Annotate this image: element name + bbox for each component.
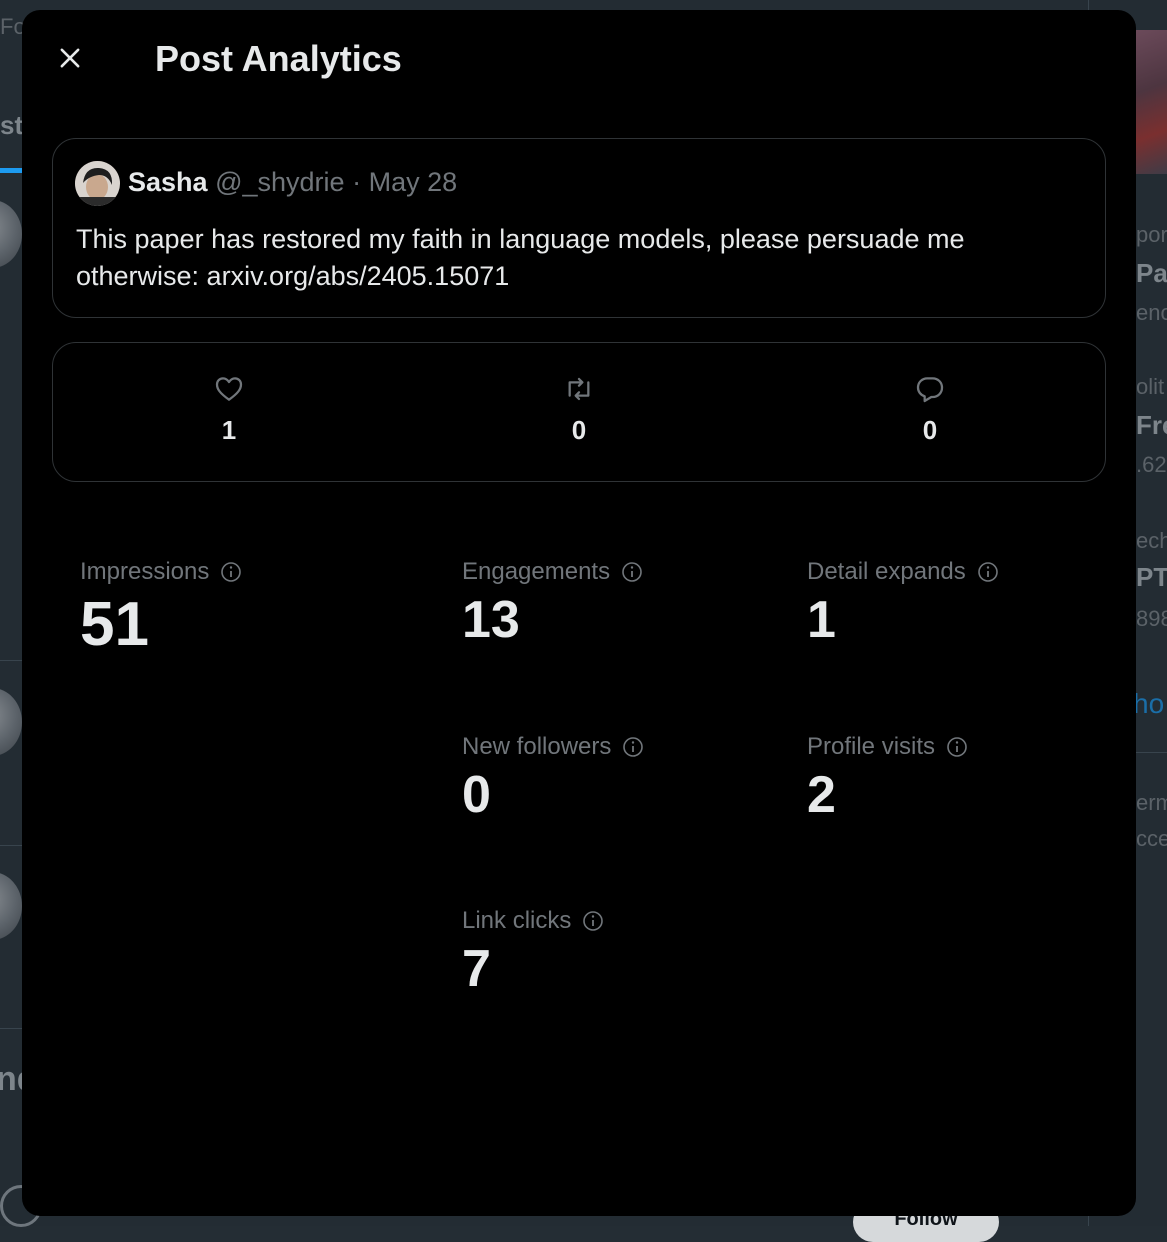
bg-avatar	[0, 872, 22, 940]
engagements-value: 13	[462, 590, 644, 650]
reposts-stat[interactable]: 0	[539, 373, 619, 446]
reposts-count: 0	[539, 415, 619, 446]
bg-divider	[0, 845, 22, 846]
new-followers-value: 0	[462, 765, 645, 825]
bg-fragment: 898	[1136, 606, 1167, 632]
info-icon[interactable]	[945, 735, 969, 759]
bg-fragment: PT	[1136, 562, 1167, 593]
engagements-metric: Engagements 13	[462, 558, 644, 650]
bg-avatar	[0, 200, 22, 268]
info-icon[interactable]	[620, 560, 644, 584]
bg-fragment: Pa	[1136, 258, 1167, 289]
impressions-label: Impressions	[80, 558, 209, 586]
bg-tab-indicator	[0, 168, 22, 173]
bg-fragment: Fre	[1136, 410, 1167, 441]
repost-icon	[562, 373, 596, 405]
author-handle[interactable]: @_shydrie	[215, 167, 344, 197]
engagement-counts-card: 1 0 0	[52, 342, 1106, 482]
close-icon	[56, 44, 84, 72]
bg-fragment: cce	[1136, 826, 1167, 852]
bg-fragment: olit	[1136, 374, 1164, 400]
bg-fragment: ech	[1136, 528, 1167, 554]
bg-fragment: eno	[1136, 300, 1167, 326]
engagements-label: Engagements	[462, 558, 610, 586]
new-followers-label: New followers	[462, 733, 611, 761]
profile-visits-metric: Profile visits 2	[807, 733, 969, 825]
modal-title: Post Analytics	[155, 38, 402, 80]
likes-count: 1	[189, 415, 269, 446]
meta-separator: ·	[352, 167, 361, 197]
avatar[interactable]	[75, 161, 120, 206]
info-icon[interactable]	[219, 560, 243, 584]
bg-fragment: .62	[1136, 452, 1167, 478]
heart-icon	[213, 373, 245, 405]
profile-visits-label: Profile visits	[807, 733, 935, 761]
replies-stat[interactable]: 0	[890, 373, 970, 446]
detail-expands-value: 1	[807, 590, 1000, 650]
bg-divider	[0, 1028, 22, 1029]
info-icon[interactable]	[976, 560, 1000, 584]
avatar-image	[75, 161, 120, 206]
bg-image	[1136, 30, 1167, 174]
post-analytics-modal: Post Analytics Sasha @_shydrie · May 28 …	[22, 10, 1136, 1216]
link-clicks-label: Link clicks	[462, 907, 571, 935]
post-date[interactable]: May 28	[369, 167, 458, 197]
bg-fragment: erm	[1136, 790, 1167, 816]
reply-icon	[914, 373, 946, 405]
post-preview-card[interactable]: Sasha @_shydrie · May 28 This paper has …	[52, 138, 1106, 318]
bg-fragment: st	[0, 110, 23, 141]
info-icon[interactable]	[621, 735, 645, 759]
likes-stat[interactable]: 1	[189, 373, 269, 446]
post-text: This paper has restored my faith in lang…	[76, 221, 1076, 295]
link-clicks-value: 7	[462, 939, 605, 999]
detail-expands-label: Detail expands	[807, 558, 966, 586]
bg-avatar	[0, 688, 22, 756]
bg-divider	[0, 660, 22, 661]
post-meta: Sasha @_shydrie · May 28	[128, 167, 457, 198]
detail-expands-metric: Detail expands 1	[807, 558, 1000, 650]
background-left-column: Fo st nd	[0, 0, 22, 1226]
bg-fragment: por	[1136, 222, 1167, 248]
impressions-metric: Impressions 51	[80, 558, 243, 660]
bg-divider	[1136, 752, 1167, 753]
author-name[interactable]: Sasha	[128, 167, 208, 197]
profile-visits-value: 2	[807, 765, 969, 825]
impressions-value: 51	[80, 590, 243, 660]
new-followers-metric: New followers 0	[462, 733, 645, 825]
bg-fragment: ho	[1133, 688, 1164, 720]
info-icon[interactable]	[581, 909, 605, 933]
close-button[interactable]	[50, 38, 90, 78]
replies-count: 0	[890, 415, 970, 446]
link-clicks-metric: Link clicks 7	[462, 907, 605, 999]
